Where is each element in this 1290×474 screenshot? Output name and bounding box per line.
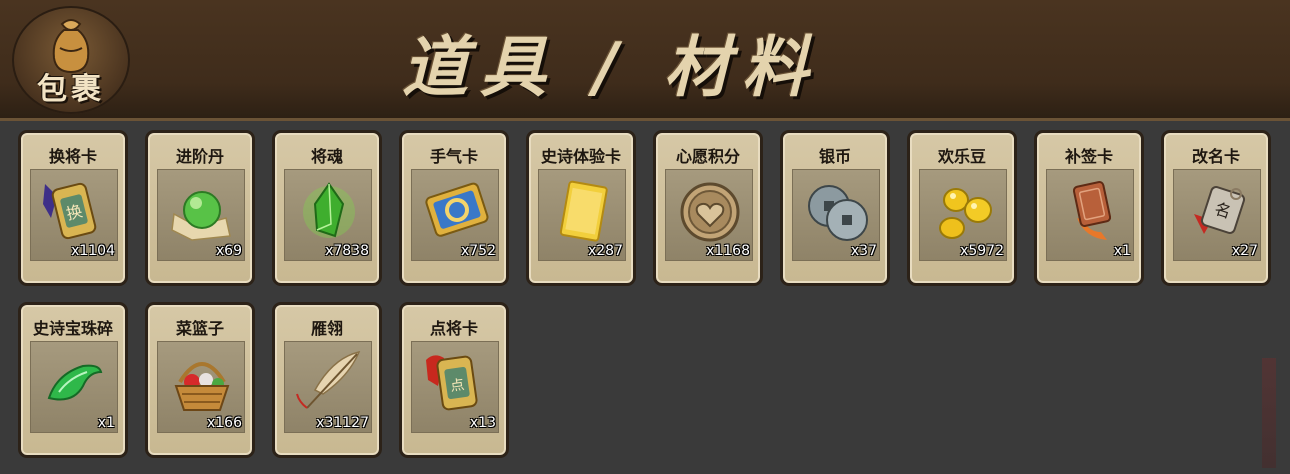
inventory-item-appoint-general-card[interactable]: 点将卡 点 x13 — [399, 302, 509, 458]
inventory-item-luck-card[interactable]: 手气卡 x752 — [399, 130, 509, 286]
svg-text:点: 点 — [449, 377, 465, 395]
inventory-item-wish-points[interactable]: 心愿积分 x1168 — [653, 130, 763, 286]
item-slot: x1 — [1046, 169, 1134, 261]
item-slot: 换 x1104 — [30, 169, 118, 261]
item-name: 银币 — [818, 147, 851, 166]
item-slot: x31127 — [284, 341, 372, 433]
item-slot: x69 — [157, 169, 245, 261]
bag-label: 包裹 — [37, 72, 105, 107]
item-count: x1168 — [706, 243, 750, 259]
item-count: x31127 — [316, 415, 369, 431]
item-name: 改名卡 — [1191, 147, 1240, 166]
inventory-item-happy-beans[interactable]: 欢乐豆 x5972 — [907, 130, 1017, 286]
inventory-item-silver-coin[interactable]: 银币 x37 — [780, 130, 890, 286]
item-name: 进阶丹 — [175, 147, 224, 166]
scrollbar[interactable] — [1262, 358, 1276, 468]
item-slot: x752 — [411, 169, 499, 261]
item-name: 补签卡 — [1064, 147, 1113, 166]
item-slot: x1 — [30, 341, 118, 433]
item-name: 手气卡 — [429, 147, 478, 166]
vegetable-basket-icon — [174, 362, 230, 411]
item-count: x287 — [587, 243, 623, 259]
item-count: x13 — [469, 415, 496, 431]
item-name: 欢乐豆 — [937, 147, 986, 166]
inventory-item-vegetable-basket[interactable]: 菜篮子 x166 — [145, 302, 255, 458]
epic-trial-card-icon — [559, 180, 608, 242]
item-name: 史诗宝珠碎 — [32, 319, 113, 338]
inventory-item-makeup-sign-card[interactable]: 补签卡 x1 — [1034, 130, 1144, 286]
inventory-item-epic-gem-shard[interactable]: 史诗宝珠碎 x1 — [18, 302, 128, 458]
bag-icon[interactable]: 包裹 — [12, 6, 130, 114]
item-name: 心愿积分 — [675, 147, 740, 166]
silver-coin-icon — [808, 185, 868, 241]
item-slot: x166 — [157, 341, 245, 433]
page-title: 道具 / 材料 — [402, 28, 821, 106]
item-slot: x1168 — [665, 169, 753, 261]
item-count: x7838 — [325, 243, 369, 259]
item-slot: x5972 — [919, 169, 1007, 261]
item-name: 将魂 — [310, 147, 343, 166]
rename-card-icon: 名 — [1194, 186, 1246, 234]
general-soul-crystal-icon — [303, 182, 355, 238]
item-slot: x287 — [538, 169, 626, 261]
appoint-general-card-icon: 点 — [426, 355, 478, 411]
item-count: x752 — [460, 243, 496, 259]
item-count: x5972 — [960, 243, 1004, 259]
inventory-item-swap-general-card[interactable]: 换将卡 换 x1104 — [18, 130, 128, 286]
swap-general-card-icon: 换 — [43, 182, 97, 240]
item-count: x1 — [97, 415, 115, 431]
item-name: 点将卡 — [429, 319, 478, 338]
item-count: x69 — [215, 243, 242, 259]
epic-gem-shard-icon — [47, 364, 103, 401]
happy-beans-icon — [939, 188, 992, 239]
inventory-item-advance-pill[interactable]: 进阶丹 x69 — [145, 130, 255, 286]
item-slot: 名 x27 — [1173, 169, 1261, 261]
item-name: 雁翎 — [310, 319, 343, 338]
item-slot: x7838 — [284, 169, 372, 261]
item-count: x27 — [1231, 243, 1258, 259]
item-name: 菜篮子 — [175, 319, 224, 338]
header-bar: 包裹 道具 / 材料 — [0, 0, 1290, 121]
item-count: x166 — [206, 415, 242, 431]
item-name: 史诗体验卡 — [540, 147, 621, 166]
inventory-item-general-soul[interactable]: 将魂 x7838 — [272, 130, 382, 286]
item-slot: x37 — [792, 169, 880, 261]
item-count: x1 — [1113, 243, 1131, 259]
wish-points-coin-icon — [680, 182, 740, 242]
item-count: x1104 — [71, 243, 115, 259]
luck-card-icon — [425, 182, 489, 237]
goose-feather-icon — [296, 350, 361, 409]
item-name: 换将卡 — [48, 147, 97, 166]
item-count: x37 — [850, 243, 877, 259]
advance-pill-icon — [171, 191, 231, 241]
inventory-item-goose-feather[interactable]: 雁翎 x31127 — [272, 302, 382, 458]
inventory-item-rename-card[interactable]: 改名卡 名 x27 — [1161, 130, 1271, 286]
inventory-item-epic-trial-card[interactable]: 史诗体验卡 x287 — [526, 130, 636, 286]
item-slot: 点 x13 — [411, 341, 499, 433]
makeup-sign-card-icon — [1072, 181, 1112, 240]
